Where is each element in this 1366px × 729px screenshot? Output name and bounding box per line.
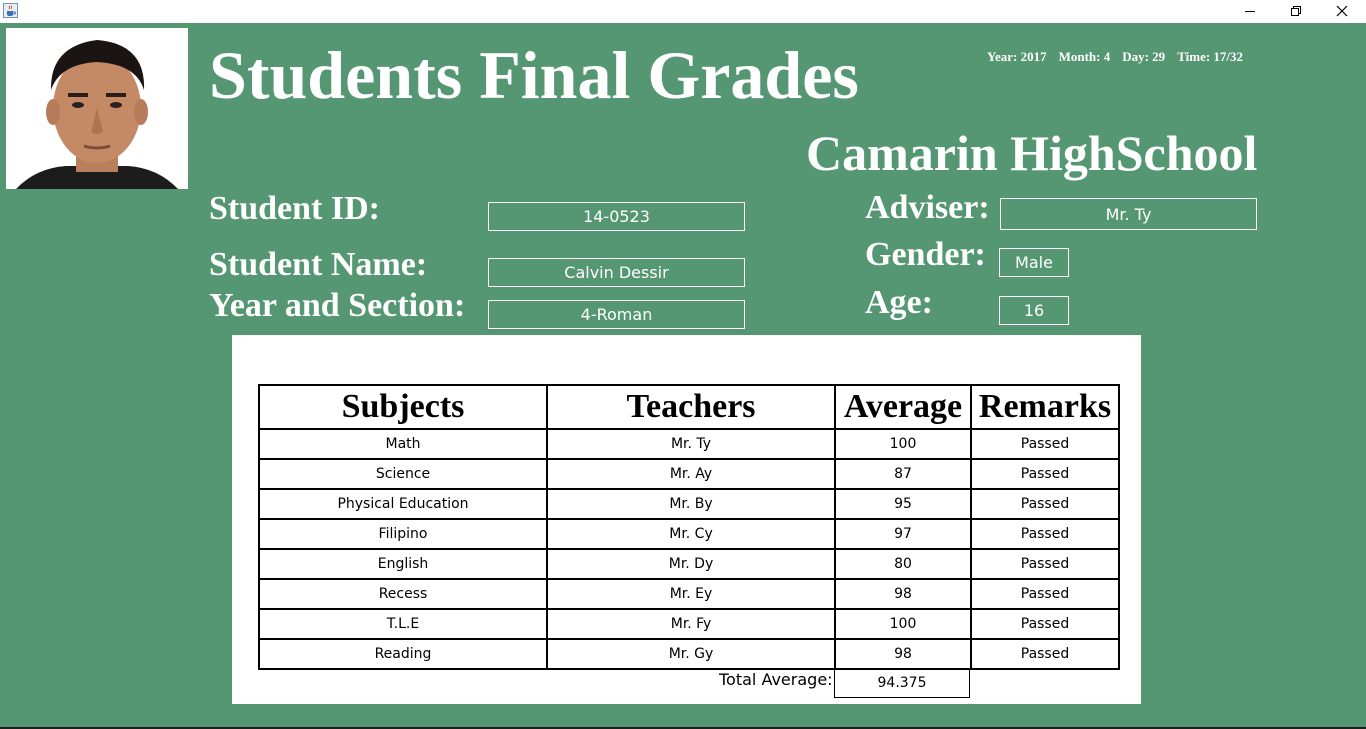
- column-header-subjects[interactable]: Subjects: [258, 384, 548, 430]
- student-id-field[interactable]: 14-0523: [488, 202, 745, 231]
- subject-cell[interactable]: Science: [258, 458, 548, 490]
- remarks-cell[interactable]: Passed: [970, 638, 1120, 670]
- subject-cell[interactable]: English: [258, 548, 548, 580]
- average-cell[interactable]: 100: [834, 608, 972, 640]
- column-header-teachers[interactable]: Teachers: [546, 384, 836, 430]
- window-title-bar: [0, 0, 1366, 22]
- datetime-readout: Year: 2017 Month: 4 Day: 29 Time: 17/32: [987, 49, 1255, 65]
- teacher-cell[interactable]: Mr. Gy: [546, 638, 836, 670]
- year-section-label: Year and Section:: [209, 287, 466, 324]
- table-row[interactable]: Physical Education Mr. By 95 Passed: [258, 488, 1120, 520]
- subject-cell[interactable]: Physical Education: [258, 488, 548, 520]
- school-name: Camarin HighSchool: [806, 125, 1258, 181]
- month-text: Month: 4: [1058, 49, 1111, 64]
- total-average-label: Total Average:: [719, 670, 833, 689]
- remarks-cell[interactable]: Passed: [970, 548, 1120, 580]
- remarks-cell[interactable]: Passed: [970, 488, 1120, 520]
- average-cell[interactable]: 87: [834, 458, 972, 490]
- gender-field[interactable]: Male: [999, 248, 1069, 277]
- subject-cell[interactable]: T.L.E: [258, 608, 548, 640]
- grades-panel: Subjects Teachers Average Remarks Math M…: [232, 335, 1141, 704]
- student-portrait-image: [6, 28, 188, 189]
- remarks-cell[interactable]: Passed: [970, 428, 1120, 460]
- student-photo: [6, 28, 188, 189]
- age-label: Age:: [865, 284, 933, 321]
- subject-cell[interactable]: Recess: [258, 578, 548, 610]
- average-cell[interactable]: 95: [834, 488, 972, 520]
- page-title: Students Final Grades: [209, 37, 859, 113]
- remarks-cell[interactable]: Passed: [970, 458, 1120, 490]
- gender-label: Gender:: [865, 236, 986, 273]
- teacher-cell[interactable]: Mr. Ty: [546, 428, 836, 460]
- remarks-cell[interactable]: Passed: [970, 578, 1120, 610]
- student-name-field[interactable]: Calvin Dessir: [488, 258, 745, 287]
- table-header-row: Subjects Teachers Average Remarks: [258, 384, 1120, 430]
- time-text: Time: 17/32: [1177, 49, 1244, 64]
- day-text: Day: 29: [1122, 49, 1166, 64]
- age-field[interactable]: 16: [999, 296, 1069, 325]
- minimize-button[interactable]: [1227, 0, 1273, 22]
- main-panel: Students Final Grades Year: 2017 Month: 4…: [0, 23, 1366, 727]
- teacher-cell[interactable]: Mr. By: [546, 488, 836, 520]
- restore-icon: [1291, 6, 1301, 16]
- year-text: Year: 2017: [987, 49, 1047, 64]
- total-average-field[interactable]: 94.375: [834, 668, 970, 698]
- table-row[interactable]: Math Mr. Ty 100 Passed: [258, 428, 1120, 460]
- teacher-cell[interactable]: Mr. Fy: [546, 608, 836, 640]
- adviser-label: Adviser:: [865, 189, 990, 226]
- teacher-cell[interactable]: Mr. Dy: [546, 548, 836, 580]
- year-section-field[interactable]: 4-Roman: [488, 300, 745, 329]
- student-name-label: Student Name:: [209, 246, 428, 283]
- average-cell[interactable]: 80: [834, 548, 972, 580]
- table-row[interactable]: Filipino Mr. Cy 97 Passed: [258, 518, 1120, 550]
- subject-cell[interactable]: Filipino: [258, 518, 548, 550]
- average-cell[interactable]: 97: [834, 518, 972, 550]
- average-cell[interactable]: 100: [834, 428, 972, 460]
- java-cup-icon: [3, 3, 18, 18]
- table-row[interactable]: Recess Mr. Ey 98 Passed: [258, 578, 1120, 610]
- teacher-cell[interactable]: Mr. Cy: [546, 518, 836, 550]
- subject-cell[interactable]: Math: [258, 428, 548, 460]
- table-row[interactable]: T.L.E Mr. Fy 100 Passed: [258, 608, 1120, 640]
- table-row[interactable]: English Mr. Dy 80 Passed: [258, 548, 1120, 580]
- restore-button[interactable]: [1273, 0, 1319, 22]
- close-button[interactable]: [1319, 0, 1365, 22]
- teacher-cell[interactable]: Mr. Ey: [546, 578, 836, 610]
- close-icon: [1336, 5, 1348, 17]
- average-cell[interactable]: 98: [834, 578, 972, 610]
- column-header-average[interactable]: Average: [834, 384, 972, 430]
- minimize-icon: [1245, 11, 1255, 12]
- table-row[interactable]: Science Mr. Ay 87 Passed: [258, 458, 1120, 490]
- student-id-label: Student ID:: [209, 190, 380, 227]
- teacher-cell[interactable]: Mr. Ay: [546, 458, 836, 490]
- average-cell[interactable]: 98: [834, 638, 972, 670]
- subject-cell[interactable]: Reading: [258, 638, 548, 670]
- table-row[interactable]: Reading Mr. Gy 98 Passed: [258, 638, 1120, 670]
- remarks-cell[interactable]: Passed: [970, 608, 1120, 640]
- column-header-remarks[interactable]: Remarks: [970, 384, 1120, 430]
- remarks-cell[interactable]: Passed: [970, 518, 1120, 550]
- adviser-field[interactable]: Mr. Ty: [1000, 198, 1257, 230]
- grades-table: Subjects Teachers Average Remarks Math M…: [258, 384, 1120, 670]
